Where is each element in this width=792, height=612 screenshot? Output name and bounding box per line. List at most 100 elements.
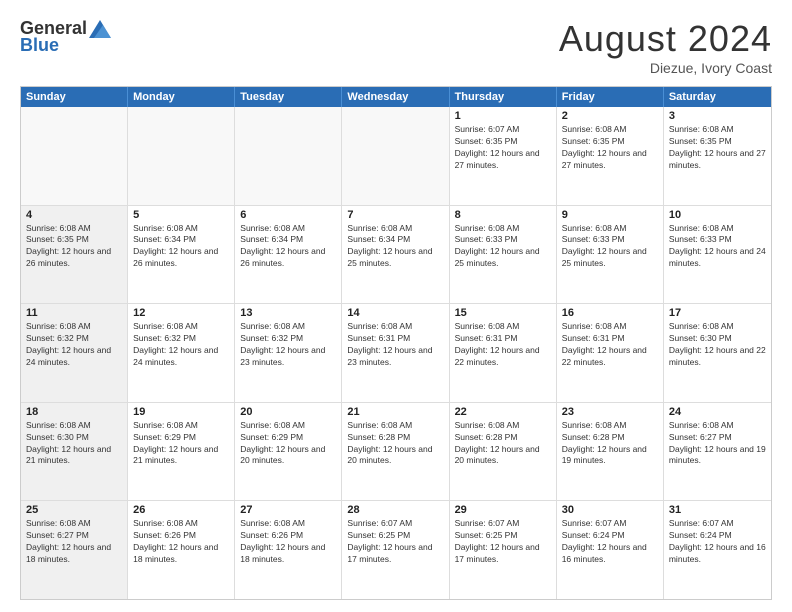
day-info: Sunrise: 6:08 AMSunset: 6:27 PMDaylight:… bbox=[669, 420, 766, 468]
page: General Blue August 2024 Diezue, Ivory C… bbox=[0, 0, 792, 612]
day-number: 28 bbox=[347, 504, 443, 516]
header-day-saturday: Saturday bbox=[664, 87, 771, 107]
day-info: Sunrise: 6:07 AMSunset: 6:35 PMDaylight:… bbox=[455, 124, 551, 172]
day-info: Sunrise: 6:08 AMSunset: 6:31 PMDaylight:… bbox=[455, 321, 551, 369]
day-number: 2 bbox=[562, 110, 658, 122]
day-number: 18 bbox=[26, 406, 122, 418]
day-number: 14 bbox=[347, 307, 443, 319]
calendar-cell bbox=[128, 107, 235, 205]
day-number: 25 bbox=[26, 504, 122, 516]
calendar-cell: 16 Sunrise: 6:08 AMSunset: 6:31 PMDayligh… bbox=[557, 304, 664, 402]
logo-blue-text: Blue bbox=[20, 35, 59, 56]
day-number: 17 bbox=[669, 307, 766, 319]
day-number: 29 bbox=[455, 504, 551, 516]
calendar-cell: 20Sunrise: 6:08 AMSunset: 6:29 PMDayligh… bbox=[235, 403, 342, 501]
day-info: Sunrise: 6:08 AMSunset: 6:33 PMDaylight:… bbox=[562, 223, 658, 271]
day-info: Sunrise: 6:07 AMSunset: 6:24 PMDaylight:… bbox=[669, 518, 766, 566]
header: General Blue August 2024 Diezue, Ivory C… bbox=[20, 18, 772, 76]
calendar-cell: 25 Sunrise: 6:08 AMSunset: 6:27 PMDayligh… bbox=[21, 501, 128, 599]
location-subtitle: Diezue, Ivory Coast bbox=[559, 60, 772, 76]
calendar-cell: 15 Sunrise: 6:08 AMSunset: 6:31 PMDayligh… bbox=[450, 304, 557, 402]
calendar-cell: 1Sunrise: 6:07 AMSunset: 6:35 PMDaylight… bbox=[450, 107, 557, 205]
calendar-cell: 2 Sunrise: 6:08 AMSunset: 6:35 PMDaylight… bbox=[557, 107, 664, 205]
calendar-cell: 28Sunrise: 6:07 AMSunset: 6:25 PMDayligh… bbox=[342, 501, 449, 599]
calendar-cell: 13 Sunrise: 6:08 AMSunset: 6:32 PMDayligh… bbox=[235, 304, 342, 402]
day-number: 31 bbox=[669, 504, 766, 516]
day-info: Sunrise: 6:08 AMSunset: 6:26 PMDaylight:… bbox=[240, 518, 336, 566]
day-info: Sunrise: 6:08 AMSunset: 6:27 PMDaylight:… bbox=[26, 518, 122, 566]
calendar-header: SundayMondayTuesdayWednesdayThursdayFrid… bbox=[21, 87, 771, 107]
header-day-wednesday: Wednesday bbox=[342, 87, 449, 107]
calendar-cell: 29 Sunrise: 6:07 AMSunset: 6:25 PMDayligh… bbox=[450, 501, 557, 599]
calendar-cell: 26 Sunrise: 6:08 AMSunset: 6:26 PMDayligh… bbox=[128, 501, 235, 599]
day-number: 9 bbox=[562, 209, 658, 221]
calendar-cell: 31 Sunrise: 6:07 AMSunset: 6:24 PMDayligh… bbox=[664, 501, 771, 599]
day-number: 6 bbox=[240, 209, 336, 221]
day-info: Sunrise: 6:08 AMSunset: 6:34 PMDaylight:… bbox=[133, 223, 229, 271]
calendar-cell: 5 Sunrise: 6:08 AMSunset: 6:34 PMDaylight… bbox=[128, 206, 235, 304]
day-info: Sunrise: 6:08 AMSunset: 6:32 PMDaylight:… bbox=[26, 321, 122, 369]
day-number: 27 bbox=[240, 504, 336, 516]
day-number: 24 bbox=[669, 406, 766, 418]
day-info: Sunrise: 6:07 AMSunset: 6:24 PMDaylight:… bbox=[562, 518, 658, 566]
calendar-cell: 21Sunrise: 6:08 AMSunset: 6:28 PMDayligh… bbox=[342, 403, 449, 501]
calendar-cell: 22Sunrise: 6:08 AMSunset: 6:28 PMDayligh… bbox=[450, 403, 557, 501]
day-info: Sunrise: 6:08 AMSunset: 6:32 PMDaylight:… bbox=[240, 321, 336, 369]
day-info: Sunrise: 6:08 AMSunset: 6:29 PMDaylight:… bbox=[133, 420, 229, 468]
header-day-sunday: Sunday bbox=[21, 87, 128, 107]
calendar-cell: 3Sunrise: 6:08 AMSunset: 6:35 PMDaylight… bbox=[664, 107, 771, 205]
day-number: 8 bbox=[455, 209, 551, 221]
calendar-cell: 4 Sunrise: 6:08 AMSunset: 6:35 PMDaylight… bbox=[21, 206, 128, 304]
day-number: 26 bbox=[133, 504, 229, 516]
header-day-monday: Monday bbox=[128, 87, 235, 107]
calendar-cell bbox=[342, 107, 449, 205]
day-number: 22 bbox=[455, 406, 551, 418]
logo-icon bbox=[89, 20, 111, 38]
calendar-row-1: 1Sunrise: 6:07 AMSunset: 6:35 PMDaylight… bbox=[21, 107, 771, 205]
calendar-cell: 12 Sunrise: 6:08 AMSunset: 6:32 PMDayligh… bbox=[128, 304, 235, 402]
day-info: Sunrise: 6:08 AMSunset: 6:35 PMDaylight:… bbox=[26, 223, 122, 271]
calendar-cell: 7 Sunrise: 6:08 AMSunset: 6:34 PMDaylight… bbox=[342, 206, 449, 304]
calendar-cell: 23Sunrise: 6:08 AMSunset: 6:28 PMDayligh… bbox=[557, 403, 664, 501]
logo: General Blue bbox=[20, 18, 111, 56]
day-number: 7 bbox=[347, 209, 443, 221]
day-info: Sunrise: 6:08 AMSunset: 6:35 PMDaylight:… bbox=[562, 124, 658, 172]
day-info: Sunrise: 6:08 AMSunset: 6:28 PMDaylight:… bbox=[347, 420, 443, 468]
calendar-cell: 19 Sunrise: 6:08 AMSunset: 6:29 PMDayligh… bbox=[128, 403, 235, 501]
calendar-cell: 18Sunrise: 6:08 AMSunset: 6:30 PMDayligh… bbox=[21, 403, 128, 501]
day-info: Sunrise: 6:08 AMSunset: 6:26 PMDaylight:… bbox=[133, 518, 229, 566]
day-info: Sunrise: 6:08 AMSunset: 6:33 PMDaylight:… bbox=[669, 223, 766, 271]
day-info: Sunrise: 6:08 AMSunset: 6:28 PMDaylight:… bbox=[562, 420, 658, 468]
calendar-cell: 8Sunrise: 6:08 AMSunset: 6:33 PMDaylight… bbox=[450, 206, 557, 304]
day-number: 3 bbox=[669, 110, 766, 122]
calendar-cell: 11Sunrise: 6:08 AMSunset: 6:32 PMDayligh… bbox=[21, 304, 128, 402]
day-info: Sunrise: 6:08 AMSunset: 6:31 PMDaylight:… bbox=[347, 321, 443, 369]
day-info: Sunrise: 6:07 AMSunset: 6:25 PMDaylight:… bbox=[455, 518, 551, 566]
calendar-cell: 10Sunrise: 6:08 AMSunset: 6:33 PMDayligh… bbox=[664, 206, 771, 304]
day-info: Sunrise: 6:08 AMSunset: 6:32 PMDaylight:… bbox=[133, 321, 229, 369]
day-info: Sunrise: 6:08 AMSunset: 6:34 PMDaylight:… bbox=[347, 223, 443, 271]
day-info: Sunrise: 6:08 AMSunset: 6:29 PMDaylight:… bbox=[240, 420, 336, 468]
calendar-cell: 30Sunrise: 6:07 AMSunset: 6:24 PMDayligh… bbox=[557, 501, 664, 599]
day-info: Sunrise: 6:08 AMSunset: 6:30 PMDaylight:… bbox=[669, 321, 766, 369]
calendar-cell: 27 Sunrise: 6:08 AMSunset: 6:26 PMDayligh… bbox=[235, 501, 342, 599]
calendar-row-3: 11Sunrise: 6:08 AMSunset: 6:32 PMDayligh… bbox=[21, 303, 771, 402]
month-title: August 2024 bbox=[559, 18, 772, 60]
day-number: 16 bbox=[562, 307, 658, 319]
calendar-cell: 17 Sunrise: 6:08 AMSunset: 6:30 PMDayligh… bbox=[664, 304, 771, 402]
day-number: 4 bbox=[26, 209, 122, 221]
day-number: 19 bbox=[133, 406, 229, 418]
calendar-cell: 14 Sunrise: 6:08 AMSunset: 6:31 PMDayligh… bbox=[342, 304, 449, 402]
calendar-body: 1Sunrise: 6:07 AMSunset: 6:35 PMDaylight… bbox=[21, 107, 771, 599]
calendar-cell bbox=[21, 107, 128, 205]
header-day-thursday: Thursday bbox=[450, 87, 557, 107]
calendar-row-4: 18Sunrise: 6:08 AMSunset: 6:30 PMDayligh… bbox=[21, 402, 771, 501]
header-day-tuesday: Tuesday bbox=[235, 87, 342, 107]
day-number: 15 bbox=[455, 307, 551, 319]
day-info: Sunrise: 6:08 AMSunset: 6:31 PMDaylight:… bbox=[562, 321, 658, 369]
day-info: Sunrise: 6:08 AMSunset: 6:34 PMDaylight:… bbox=[240, 223, 336, 271]
day-number: 12 bbox=[133, 307, 229, 319]
calendar-row-5: 25 Sunrise: 6:08 AMSunset: 6:27 PMDayligh… bbox=[21, 500, 771, 599]
day-number: 13 bbox=[240, 307, 336, 319]
day-number: 5 bbox=[133, 209, 229, 221]
